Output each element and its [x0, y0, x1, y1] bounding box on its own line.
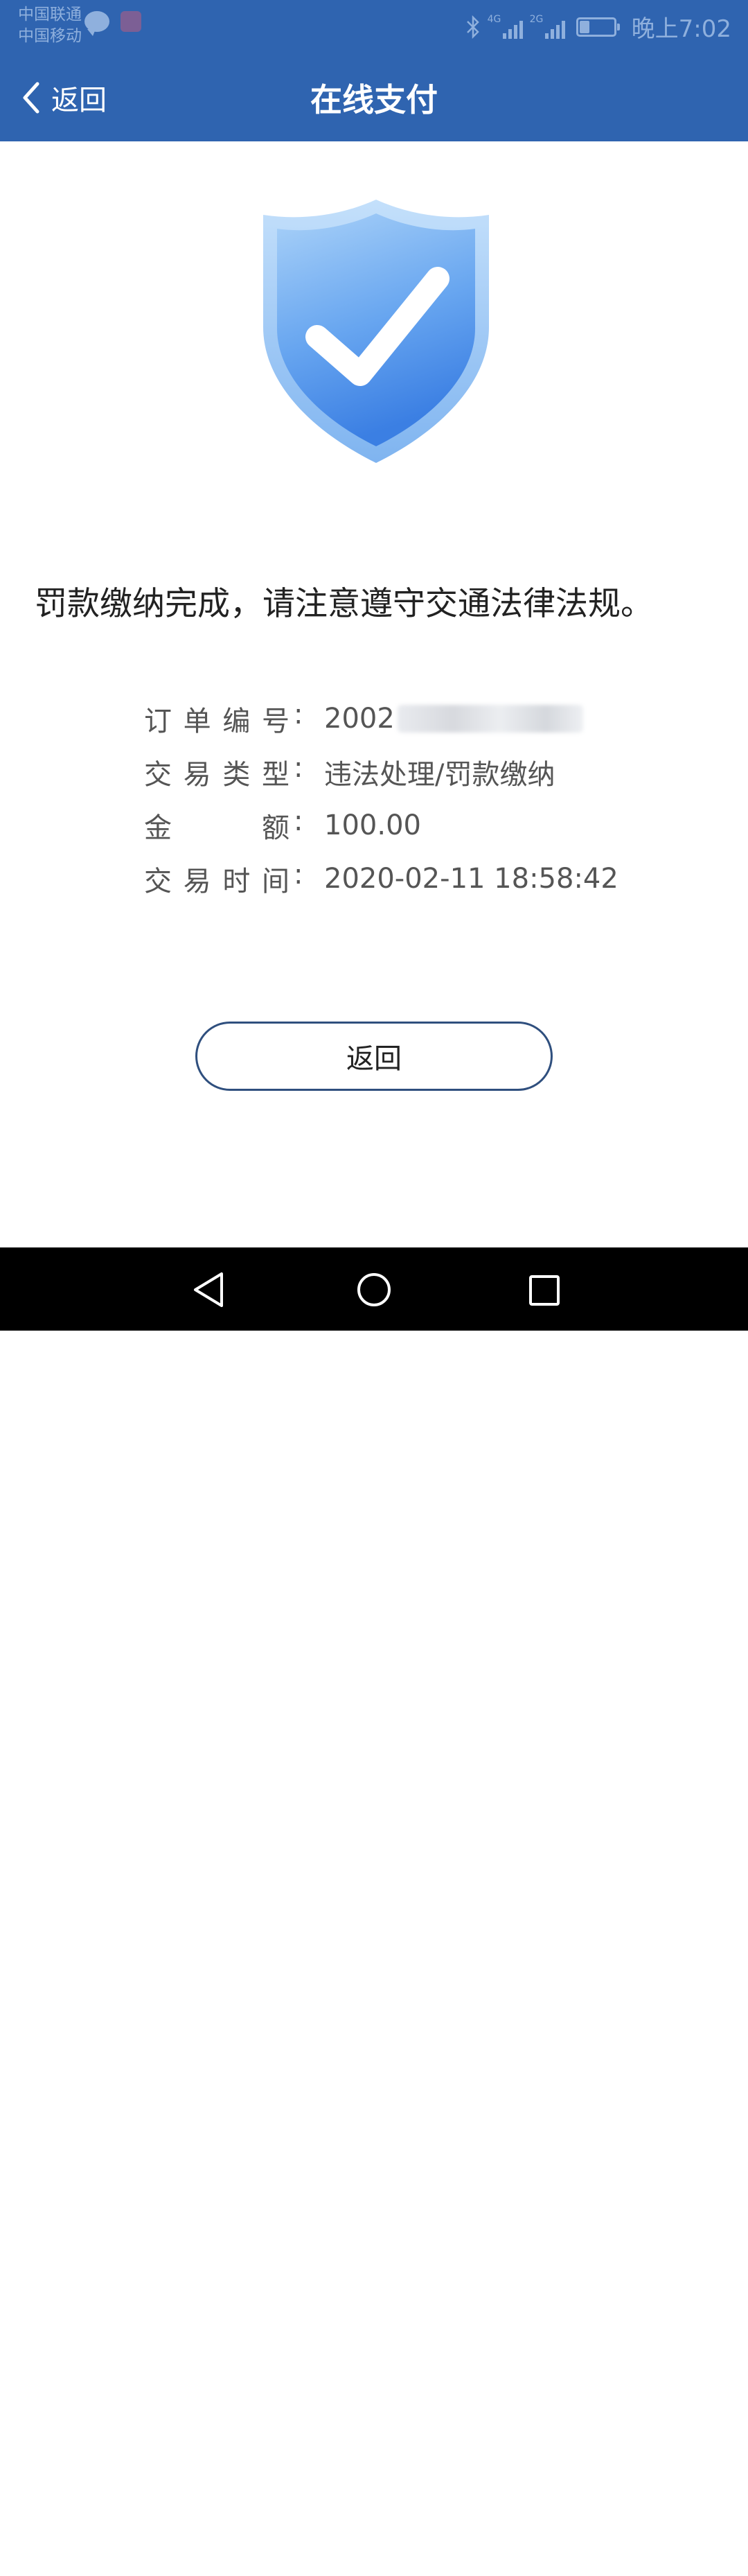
detail-row-order-number: 订单编号 : 2002: [144, 692, 670, 745]
watermark: 华山网 渭南交警临渭大队 WWW.HSHAN.COM: [540, 2499, 745, 2576]
page-title: 在线支付: [310, 81, 438, 119]
colon: :: [294, 858, 303, 891]
colon: :: [294, 751, 303, 784]
circle-home-icon[interactable]: [357, 1272, 391, 1307]
bluetooth-icon: [466, 15, 479, 39]
order-number-value: 2002: [324, 702, 395, 735]
notification-icons: [84, 11, 141, 36]
success-message: 罚款缴纳完成，请注意遵守交通法律法规。: [35, 585, 653, 623]
redacted-order-digits: [397, 704, 583, 733]
battery-fill: [579, 20, 589, 33]
clock: 晚上7:02: [631, 15, 731, 43]
triangle-back-icon[interactable]: [191, 1271, 226, 1308]
signal-strength-2-icon: 2G: [529, 13, 565, 39]
return-button[interactable]: 返回: [195, 1022, 553, 1091]
detail-row-transaction-time: 交易时间 : 2020-02-11 18:58:42: [144, 852, 670, 905]
watermark-title: 华山网: [612, 2507, 716, 2547]
carrier-label-2: 中国移动: [18, 27, 82, 45]
amount-label: 金额: [144, 812, 290, 844]
status-bar: 中国联通 中国移动 4G 2G 晚上7:02: [0, 0, 748, 57]
shield-check-icon: [263, 200, 489, 463]
battery-icon: [576, 17, 620, 37]
transaction-type-value: 违法处理/罚款缴纳: [324, 758, 555, 791]
detail-row-amount: 金额 : 100.00: [144, 798, 670, 852]
order-number-label: 订单编号: [144, 705, 290, 737]
chat-bubble-icon: [84, 11, 109, 36]
app-badge-icon: [121, 11, 141, 32]
signal-2-tag: 2G: [529, 13, 544, 25]
system-navigation-bar: 华山网 渭南交警临渭大队 WWW.HSHAN.COM: [0, 1247, 748, 2576]
colon: :: [294, 698, 303, 730]
carrier-label-1: 中国联通: [18, 6, 82, 24]
colon: :: [294, 805, 303, 837]
transaction-type-label: 交易类型: [144, 758, 290, 791]
detail-row-transaction-type: 交易类型 : 违法处理/罚款缴纳: [144, 745, 670, 798]
square-recent-icon[interactable]: [529, 1275, 560, 1306]
transaction-details: 订单编号 : 2002 交易类型 : 违法处理/罚款缴纳 金额 : 100.00…: [144, 692, 670, 905]
amount-value: 100.00: [324, 809, 421, 841]
signal-strength-1-icon: 4G: [487, 13, 523, 39]
status-indicators: 4G 2G 晚上7:02: [465, 10, 731, 44]
carrier-labels: 中国联通 中国移动: [18, 4, 82, 47]
app-header: 返回 在线支付: [0, 57, 748, 141]
watermark-url: WWW.HSHAN.COM: [626, 2566, 720, 2576]
signal-1-tag: 4G: [487, 13, 501, 25]
transaction-time-label: 交易时间: [144, 865, 290, 897]
transaction-time-value: 2020-02-11 18:58:42: [324, 862, 618, 895]
success-shield: [256, 195, 496, 467]
